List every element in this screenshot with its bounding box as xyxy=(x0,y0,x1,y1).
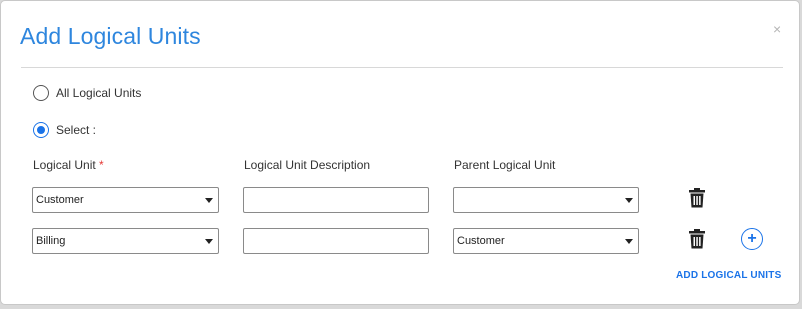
logical-unit-label: Logical Unit xyxy=(33,158,96,172)
radio-select[interactable]: Select : xyxy=(33,122,96,138)
trash-icon[interactable] xyxy=(688,229,706,249)
radio-select-icon[interactable] xyxy=(33,122,49,138)
column-header-description: Logical Unit Description xyxy=(244,158,371,172)
logical-unit-select-row-1[interactable]: Customer xyxy=(32,187,219,213)
radio-select-label: Select : xyxy=(56,123,97,137)
chevron-down-icon xyxy=(205,238,213,244)
dialog-title: Add Logical Units xyxy=(20,23,201,49)
logical-unit-select-row-2[interactable]: Billing xyxy=(32,228,219,254)
radio-all-logical-units[interactable]: All Logical Units xyxy=(33,85,141,101)
required-marker: * xyxy=(99,158,104,172)
description-input-row-1[interactable] xyxy=(243,187,429,213)
radio-all-label: All Logical Units xyxy=(56,86,142,100)
column-header-logical-unit: Logical Unit * xyxy=(33,158,104,172)
add-logical-units-dialog: Add Logical Units × All Logical Units Se… xyxy=(0,0,800,305)
add-logical-units-link[interactable]: ADD LOGICAL UNITS xyxy=(676,270,781,281)
chevron-down-icon xyxy=(625,238,633,244)
description-input-row-2[interactable] xyxy=(243,228,429,254)
logical-unit-value: Billing xyxy=(36,235,66,247)
parent-value: Customer xyxy=(457,235,505,247)
parent-select-row-2[interactable]: Customer xyxy=(453,228,639,254)
parent-select-row-1[interactable] xyxy=(453,187,639,213)
column-header-parent: Parent Logical Unit xyxy=(454,158,556,172)
plus-circle-icon[interactable]: + xyxy=(741,228,763,250)
radio-all-icon[interactable] xyxy=(33,85,49,101)
close-icon[interactable]: × xyxy=(773,20,781,38)
chevron-down-icon xyxy=(205,197,213,203)
logical-unit-value: Customer xyxy=(36,194,84,206)
divider xyxy=(21,67,783,68)
chevron-down-icon xyxy=(625,197,633,203)
trash-icon[interactable] xyxy=(688,188,706,208)
